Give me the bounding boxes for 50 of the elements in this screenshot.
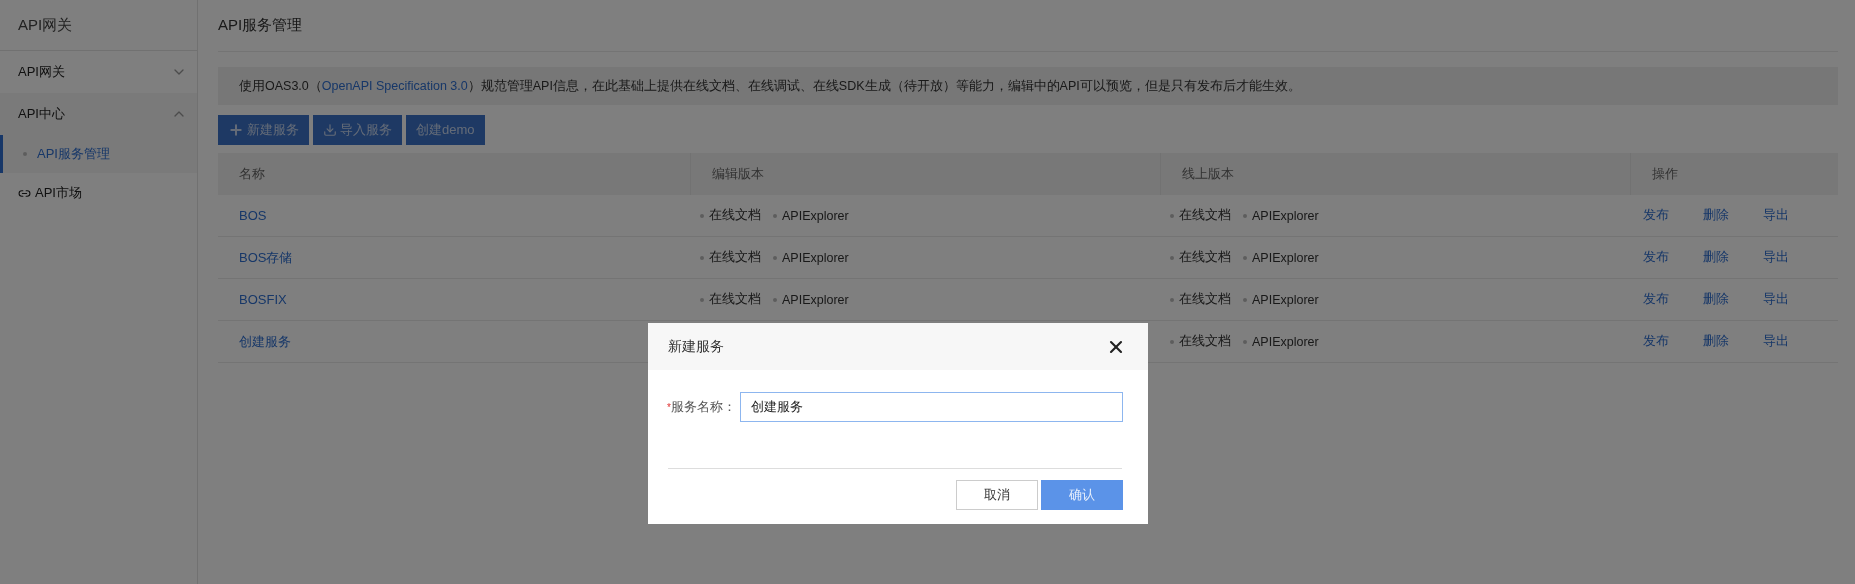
cancel-button[interactable]: 取消 bbox=[956, 480, 1038, 510]
toolbar-button[interactable]: 导入服务 bbox=[313, 115, 402, 145]
column-header: 名称 bbox=[218, 153, 690, 195]
sidebar-item[interactable]: API服务管理 bbox=[0, 135, 197, 173]
action-link[interactable]: 删除 bbox=[1703, 249, 1729, 266]
version-link[interactable]: 在线文档 bbox=[700, 207, 761, 224]
download-icon bbox=[323, 123, 337, 137]
confirm-button[interactable]: 确认 bbox=[1041, 480, 1123, 510]
service-name-link[interactable]: BOS存储 bbox=[239, 248, 293, 267]
version-link[interactable]: APIExplorer bbox=[773, 208, 849, 223]
column-header: 线上版本 bbox=[1160, 153, 1630, 195]
action-link[interactable]: 发布 bbox=[1643, 249, 1669, 266]
action-link[interactable]: 删除 bbox=[1703, 291, 1729, 308]
version-link[interactable]: APIExplorer bbox=[1243, 250, 1319, 265]
version-link[interactable]: APIExplorer bbox=[1243, 334, 1319, 349]
action-link[interactable]: 删除 bbox=[1703, 333, 1729, 350]
notice-text: 使用OAS3.0（OpenAPI Specification 3.0）规范管理API信息，在此基础上提供在线文档、在线调试、在线SDK生成（待开放）等能力，编辑中的API可以预览，但是只有发布后才能生效。 bbox=[239, 77, 1301, 95]
toolbar-button[interactable]: 创建demo bbox=[406, 115, 485, 145]
action-link[interactable]: 删除 bbox=[1703, 207, 1729, 224]
service-name-link[interactable]: BOS bbox=[239, 208, 267, 223]
version-link[interactable]: 在线文档 bbox=[1170, 291, 1231, 308]
version-link[interactable]: APIExplorer bbox=[773, 250, 849, 265]
spec-link[interactable]: OpenAPI Specification 3.0 bbox=[321, 78, 468, 93]
field-label: *服务名称： bbox=[667, 398, 737, 416]
action-link[interactable]: 发布 bbox=[1643, 207, 1669, 224]
version-link[interactable]: 在线文档 bbox=[700, 291, 761, 308]
page-title: API服务管理 bbox=[218, 0, 1838, 52]
service-name-link[interactable]: BOSFIX bbox=[239, 292, 287, 307]
version-link[interactable]: 在线文档 bbox=[1170, 249, 1231, 266]
version-link[interactable]: 在线文档 bbox=[1170, 333, 1231, 350]
action-link[interactable]: 导出 bbox=[1763, 249, 1789, 266]
dialog-title: 新建服务 bbox=[668, 337, 724, 356]
version-link[interactable]: APIExplorer bbox=[773, 292, 849, 307]
version-link[interactable]: 在线文档 bbox=[1170, 207, 1231, 224]
action-link[interactable]: 导出 bbox=[1763, 291, 1789, 308]
action-link[interactable]: 发布 bbox=[1643, 333, 1669, 350]
service-name-link[interactable]: 创建服务 bbox=[239, 332, 291, 351]
sidebar-group[interactable]: API中心 bbox=[0, 93, 197, 135]
action-link[interactable]: 导出 bbox=[1763, 333, 1789, 350]
version-link[interactable]: APIExplorer bbox=[1243, 208, 1319, 223]
column-header: 编辑版本 bbox=[690, 153, 1160, 195]
version-link[interactable]: 在线文档 bbox=[700, 249, 761, 266]
sidebar-item[interactable]: API市场 bbox=[0, 173, 197, 213]
column-header: 操作 bbox=[1630, 153, 1838, 195]
action-link[interactable]: 导出 bbox=[1763, 207, 1789, 224]
toolbar-button[interactable]: 新建服务 bbox=[218, 115, 309, 145]
action-link[interactable]: 发布 bbox=[1643, 291, 1669, 308]
service-name-input[interactable]: 创建服务 bbox=[740, 392, 1123, 422]
version-link[interactable]: APIExplorer bbox=[1243, 292, 1319, 307]
plus-icon bbox=[228, 122, 244, 138]
